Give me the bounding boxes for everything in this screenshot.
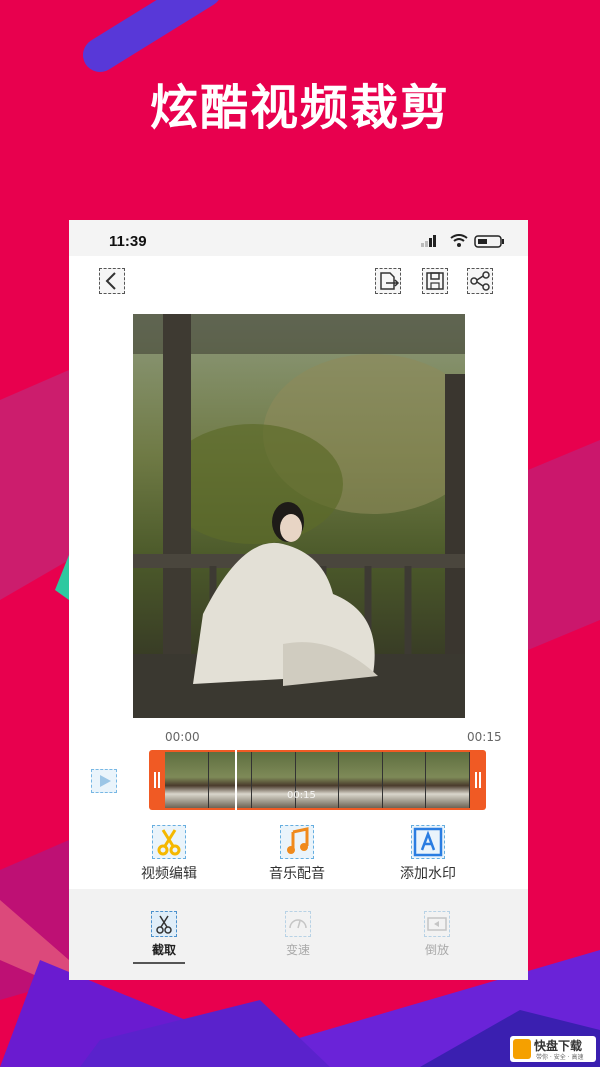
status-bar: 11:39 [69,220,528,256]
share-icon [470,271,490,291]
add-watermark-button[interactable] [411,825,445,859]
tab-trim[interactable]: 截取 [129,907,199,967]
start-time-label: 00:00 [165,730,200,744]
add-watermark-label: 添加水印 [400,866,456,882]
tab-trim-label: 截取 [151,943,176,957]
bottom-tab-bar: 截取 变速 倒放 [69,889,528,980]
tab-active-indicator [133,962,185,964]
frame-thumbnail [382,752,427,808]
save-icon [426,272,444,290]
tab-reverse-label: 倒放 [424,943,449,957]
frame-thumbnails [165,752,470,808]
status-time: 11:39 [109,233,147,250]
trim-timeline[interactable]: 00:15 [149,750,486,810]
tab-speed-label: 变速 [285,943,310,957]
save-button[interactable] [422,268,448,294]
chevron-left-icon [105,272,116,290]
video-edit-button[interactable] [152,825,186,859]
frame-thumbnail [426,752,470,808]
frame-thumbnail [208,752,253,808]
end-time-label: 00:15 [467,730,502,744]
reverse-play-icon [424,911,450,937]
playhead[interactable] [235,750,237,810]
music-dubbing-button[interactable] [280,825,314,859]
tab-speed[interactable]: 变速 [268,907,328,967]
trim-handle-right[interactable] [479,772,481,788]
export-icon [380,272,400,290]
watermark-logo-icon [513,1039,531,1059]
export-button[interactable] [375,268,401,294]
site-watermark: 快盘下载 带你 · 安全 · 高速 [510,1036,596,1062]
scissors-icon [151,911,177,937]
phone-screen: 11:39 00:00 00:15 00:15 视频编辑 音乐配音 添加水印 截… [69,220,528,980]
trim-handle-left[interactable] [154,772,156,788]
text-a-icon [413,827,443,857]
signal-icon [421,235,436,247]
back-button[interactable] [99,268,125,294]
speed-gauge-icon [285,911,311,937]
trim-handle-right-grip [475,772,477,788]
watermark-subtext: 带你 · 安全 · 高速 [536,1054,584,1061]
video-preview[interactable] [133,314,465,718]
video-photo [133,314,465,718]
status-icons [421,234,504,248]
scissors-icon [157,829,181,856]
video-edit-label: 视频编辑 [141,866,197,882]
play-button[interactable] [91,769,117,793]
frame-thumbnail [165,752,209,808]
trim-handle-left-grip [158,772,160,788]
wifi-icon [450,234,468,247]
tab-reverse[interactable]: 倒放 [407,907,467,967]
banner-title: 炫酷视频裁剪 [149,80,450,136]
strip-time-label: 00:15 [287,790,316,801]
battery-icon [474,235,504,248]
share-button[interactable] [467,268,493,294]
frame-thumbnail [339,752,383,808]
music-note-icon [287,827,309,854]
music-dubbing-label: 音乐配音 [269,866,325,882]
play-icon [100,775,111,787]
